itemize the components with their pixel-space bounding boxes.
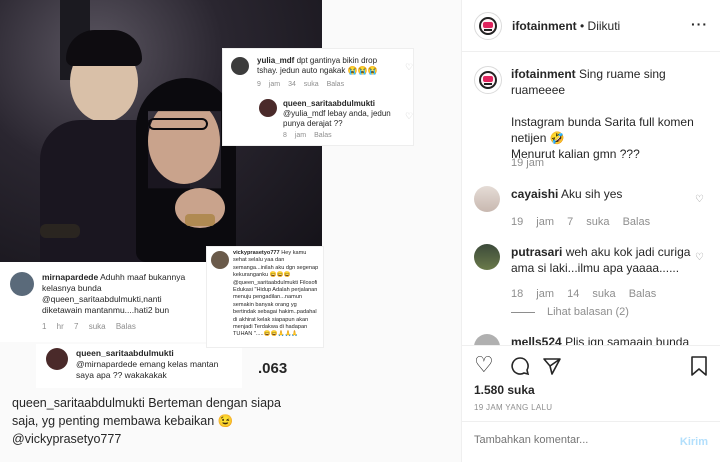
comment-time: 19 jam	[511, 216, 555, 228]
heart-icon[interactable]: ♡	[474, 354, 494, 376]
caption-time: 19 jam	[511, 157, 545, 169]
comment-reply: Balas	[314, 132, 332, 139]
comment-text: Aku sih yes	[561, 187, 623, 201]
comment-input[interactable]	[474, 434, 664, 446]
avatar	[231, 57, 249, 75]
add-comment-bar: Kirim	[462, 421, 720, 462]
screenshot-comment-card: queen_saritaabdulmukti @mirnapardede ema…	[36, 344, 242, 388]
media-caption: queen_saritaabdulmukti Berteman dengan s…	[12, 396, 281, 446]
comment-time-overlay: .063	[258, 360, 288, 377]
comment-username[interactable]: putrasari	[511, 245, 562, 259]
heart-icon[interactable]: ♡	[695, 252, 704, 263]
comment-username: mirnapardede	[42, 272, 99, 282]
comment-likes: 34 suka	[288, 81, 319, 88]
post-comment-button[interactable]: Kirim	[680, 436, 708, 448]
caption-author[interactable]: ifotainment	[511, 67, 576, 81]
comment-likes[interactable]: 7 suka	[567, 216, 609, 228]
avatar	[10, 272, 34, 296]
comment-reply: Balas	[326, 81, 345, 88]
action-bar: ♡	[462, 345, 720, 385]
comment-username[interactable]: mells524	[511, 335, 562, 345]
comment-time: 8 jam	[283, 132, 307, 139]
heart-icon: ♡	[405, 62, 414, 72]
comment-likes[interactable]: 14 suka	[567, 288, 616, 300]
like-count[interactable]: 1.580 suka	[474, 383, 535, 397]
screenshot-comment-card: vickyprasetyo777 Hey kamu sehat selalu y…	[206, 246, 324, 348]
heart-icon[interactable]: ♡	[695, 194, 704, 205]
comment-text: @yulia_mdf lebay anda, jedun punya deraj…	[283, 109, 391, 128]
post-panel: ifotainment • Diikuti ··· ifotainment Si…	[462, 0, 720, 462]
comment-item: putrasari weh aku kok jadi curiga ama si…	[474, 244, 714, 324]
comment-username: yulia_mdf	[257, 56, 295, 65]
screenshot-comment-card: mirnapardede Aduhh maaf bukannya kelasny…	[0, 262, 206, 342]
post-date: 19 JAM YANG LALU	[474, 403, 553, 412]
comment-item: cayaishi Aku sih yes 19 jam 7 suka Balas…	[474, 186, 714, 230]
avatar[interactable]	[474, 66, 502, 94]
avatar[interactable]	[474, 186, 500, 212]
post-header: ifotainment • Diikuti ···	[462, 0, 720, 52]
comment-time: 1 hr	[42, 322, 64, 331]
avatar	[211, 251, 229, 269]
comment-username: queen_saritaabdulmukti	[283, 99, 376, 108]
comment-username[interactable]: cayaishi	[511, 187, 558, 201]
comment-reply: Balas	[115, 322, 136, 331]
post-media[interactable]: yulia_mdf dpt gantinya bikin drop tshay.…	[0, 0, 462, 462]
comment-username: vickyprasetyo777	[233, 250, 280, 256]
avatar[interactable]	[474, 334, 500, 345]
comment-icon[interactable]	[510, 356, 530, 376]
comment-item: mells524 Plis jgn samaain bunda	[474, 334, 714, 345]
share-icon[interactable]	[542, 356, 562, 376]
comment-username: queen_saritaabdulmukti	[76, 348, 174, 358]
header-username[interactable]: ifotainment	[512, 19, 577, 33]
comment-text: Hey kamu sehat selalu yaa dan semanga...…	[233, 250, 319, 338]
comment-time: 18 jam	[511, 288, 555, 300]
header-separator: •	[576, 19, 588, 33]
caption-line: Instagram bunda Sarita full komen netije…	[511, 115, 694, 145]
bookmark-icon[interactable]	[690, 356, 708, 376]
comment-text: @mirnapardede emang kelas mantan saya ap…	[76, 359, 219, 380]
avatar[interactable]	[474, 12, 502, 40]
comment-likes: 7 suka	[74, 322, 106, 331]
caption-block: ifotainment Sing ruame sing ruameeee Ins…	[474, 66, 714, 176]
avatar[interactable]	[474, 244, 500, 270]
avatar	[46, 348, 68, 370]
comment-text: Plis jgn samaain bunda	[565, 335, 690, 345]
reply-button[interactable]: Balas	[623, 216, 651, 228]
reply-button[interactable]: Balas	[629, 288, 657, 300]
heart-icon: ♡	[405, 111, 414, 121]
view-replies-link[interactable]: Lihat balasan (2)	[511, 306, 629, 318]
follow-status[interactable]: Diikuti	[588, 19, 621, 33]
screenshot-comment-card: yulia_mdf dpt gantinya bikin drop tshay.…	[222, 48, 414, 146]
more-icon[interactable]: ···	[691, 16, 708, 32]
comment-time: 9 jam	[257, 81, 281, 88]
avatar	[259, 99, 277, 117]
